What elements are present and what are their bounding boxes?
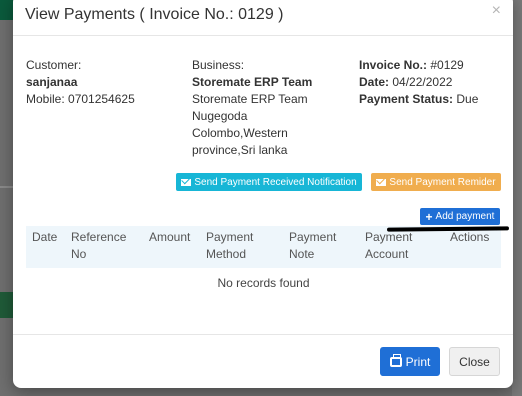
customer-name: sanjanaa [26,75,78,89]
column-header-text: Amount [149,230,191,244]
printer-icon [389,353,402,367]
modal-header: View Payments ( Invoice No.: 0129 ) × [13,0,513,36]
invoice-date-label: Date: [359,75,390,89]
print-label: Print [405,354,431,369]
column-header-text: Payment [206,230,254,244]
background-scrollbar [512,0,522,396]
business-address-line: Nugegoda [192,109,248,123]
business-label: Business: [192,58,245,72]
column-header-date: Date [26,229,65,268]
add-payment-label: Add payment [435,211,495,222]
business-name: Storemate ERP Team [192,75,313,89]
column-header-actions: Actions [444,229,501,268]
background-page-strip [0,186,14,188]
column-header-text: Date [32,230,58,244]
column-header-payment-account: Payment Account [359,229,444,268]
send-payment-notification-label: Send Payment Received Notification [194,176,357,188]
column-header-text: Account [365,247,409,261]
column-header-payment-note: Payment Note [283,229,359,268]
envelope-icon [376,178,387,186]
invoice-info: Invoice No.: #0129 Date: 04/22/2022 Paym… [359,57,509,108]
close-icon[interactable]: × [492,2,501,20]
send-payment-reminder-label: Send Payment Remider [389,176,496,188]
send-payment-notification-button[interactable]: Send Payment Received Notification [176,173,362,191]
modal-title: View Payments ( Invoice No.: 0129 ) [25,6,284,23]
customer-label: Customer: [26,58,82,72]
payment-status-value: Due [456,92,479,106]
table-header-row: Date Reference No Amount Payment Method Pa… [26,226,501,268]
close-button[interactable]: Close [449,347,500,376]
business-info: Business: Storemate ERP Team Storemate E… [192,57,352,159]
column-header-amount: Amount [143,229,200,268]
business-address-line: province,Sri lanka [192,143,288,157]
column-header-text: Payment [289,230,337,244]
plus-icon: + [425,209,433,224]
background-page-strip [0,292,14,318]
payments-table: Date Reference No Amount Payment Method Pa… [26,226,501,300]
invoice-no-label: Invoice No.: [359,58,428,72]
business-address-line: Colombo,Western [192,126,288,140]
customer-info: Customer: sanjanaa Mobile: 0701254625 [26,57,186,108]
column-header-reference-no: Reference No [65,229,143,268]
column-header-text: Payment [365,230,413,244]
invoice-no-value: #0129 [430,58,464,72]
view-payments-modal: View Payments ( Invoice No.: 0129 ) × Cu… [13,0,513,388]
column-header-text: Method [206,247,247,261]
invoice-date-value: 04/22/2022 [392,75,453,89]
column-header-text: No [71,247,87,261]
add-payment-button[interactable]: + Add payment [420,208,500,225]
column-header-payment-method: Payment Method [200,229,283,268]
payment-status-label: Payment Status: [359,92,454,106]
envelope-icon [181,178,192,186]
empty-table-message: No records found [217,276,310,290]
send-payment-reminder-button[interactable]: Send Payment Remider [371,173,501,191]
business-address-line: Storemate ERP Team [192,92,308,106]
column-header-text: Reference [71,230,127,244]
background-page-strip [0,0,14,20]
print-button[interactable]: Print [380,347,440,376]
customer-mobile: Mobile: 0701254625 [26,92,135,106]
column-header-text: Note [289,247,315,261]
column-header-text: Actions [450,230,490,244]
